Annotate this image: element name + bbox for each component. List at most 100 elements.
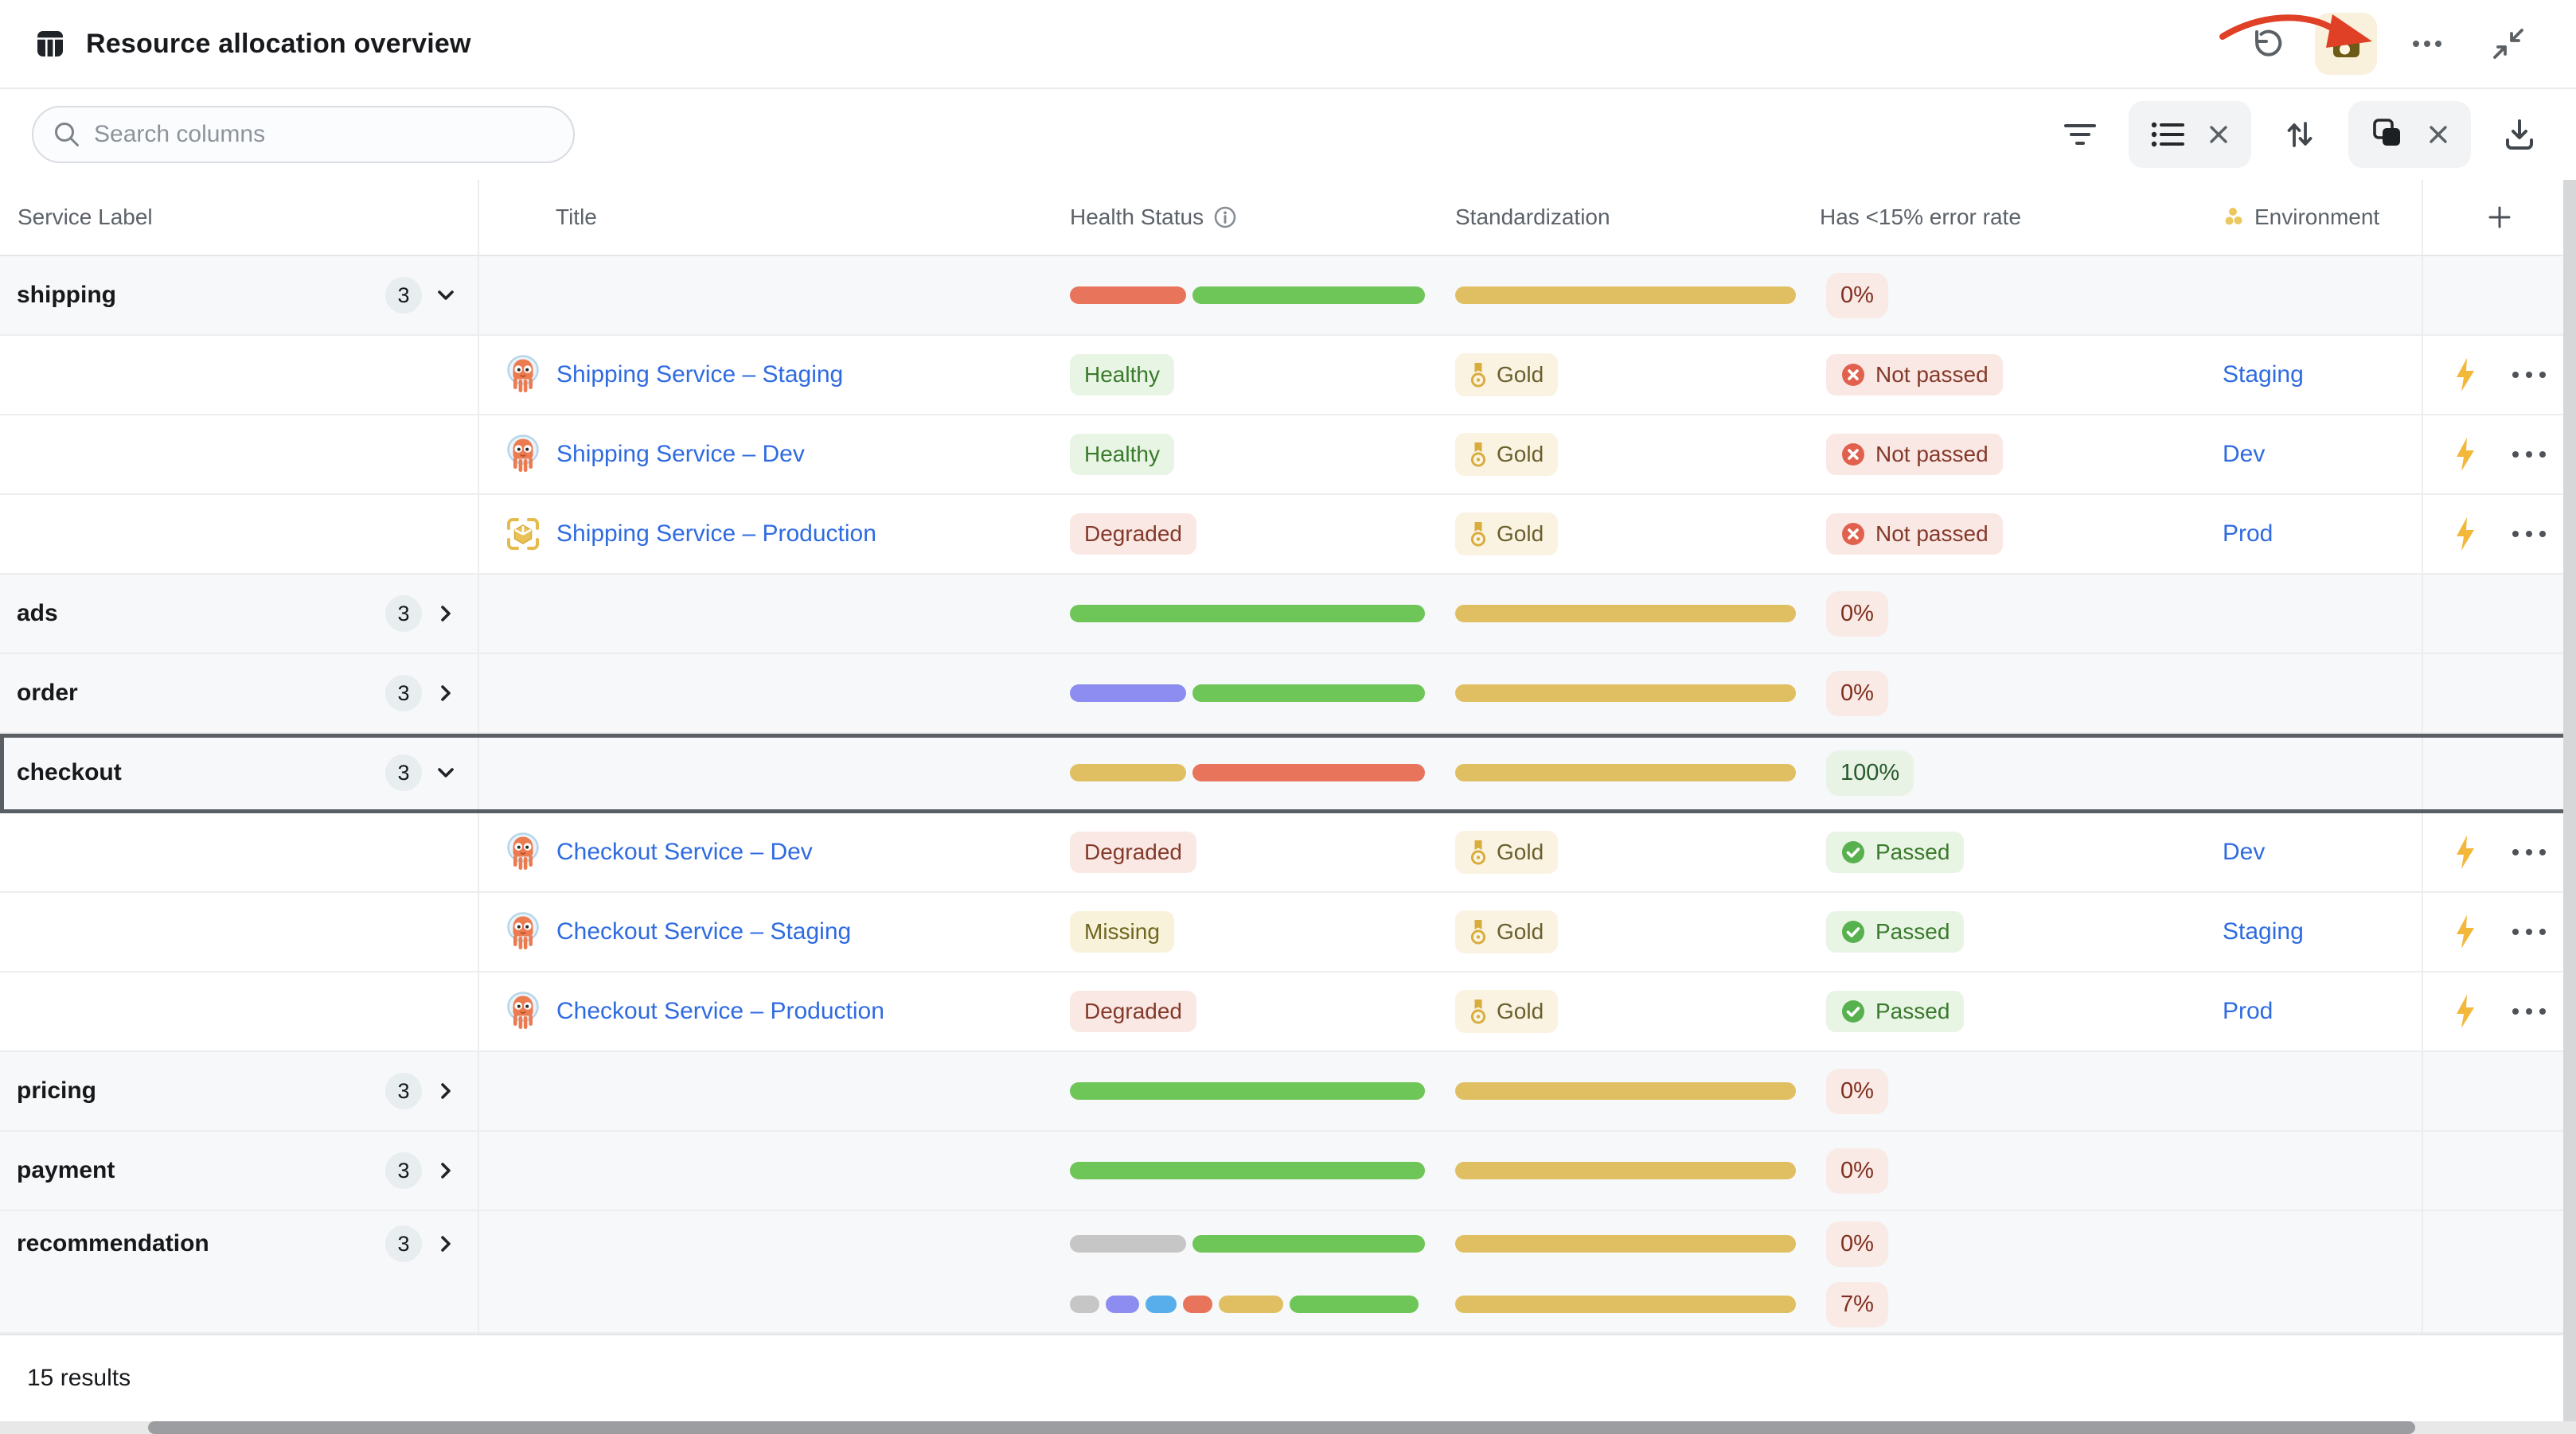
collapse-button[interactable]	[2477, 13, 2539, 75]
list-view-icon[interactable]	[2149, 118, 2186, 151]
group-label: ads	[17, 600, 58, 627]
error-rate-cell: 100%	[1815, 734, 2213, 812]
row-menu-icon[interactable]	[2511, 1007, 2547, 1016]
environment-link[interactable]: Dev	[2223, 839, 2265, 866]
column-header-standardization: Standardization	[1449, 180, 1815, 255]
environment-link[interactable]: Staging	[2223, 918, 2304, 945]
chevron-right-icon[interactable]	[433, 1158, 459, 1183]
row-menu-icon[interactable]	[2511, 848, 2547, 857]
title-link[interactable]: Shipping Service – Dev	[556, 441, 805, 468]
toolbar-actions	[2055, 101, 2544, 168]
octopus-icon	[505, 434, 541, 474]
child-row[interactable]: Checkout Service – StagingMissingGoldPas…	[0, 893, 2576, 972]
more-actions-button[interactable]	[2396, 13, 2458, 75]
environment-link[interactable]: Prod	[2223, 520, 2273, 547]
row-menu-icon[interactable]	[2511, 370, 2547, 380]
error-rate-badge: Passed	[1826, 832, 1964, 873]
filter-icon[interactable]	[2055, 110, 2105, 159]
clear-view-icon[interactable]	[2207, 123, 2231, 146]
undo-button[interactable]	[2234, 13, 2296, 75]
service-label-cell: payment3	[0, 1132, 479, 1210]
group-row[interactable]: ads30%	[0, 575, 2576, 654]
chevron-down-icon[interactable]	[433, 760, 459, 785]
title-cell	[479, 734, 1051, 812]
chevron-right-icon[interactable]	[433, 1078, 459, 1104]
sort-icon[interactable]	[2275, 110, 2324, 159]
summary-row: 7%	[0, 1276, 2576, 1334]
title-link[interactable]: Checkout Service – Staging	[556, 918, 851, 945]
vertical-scrollbar[interactable]	[2563, 180, 2576, 1421]
title-link[interactable]: Shipping Service – Staging	[556, 361, 843, 388]
title-link[interactable]: Checkout Service – Dev	[556, 839, 813, 866]
standardization-badge-label: Gold	[1497, 521, 1544, 547]
health-status-badge-label: Degraded	[1084, 521, 1182, 547]
group-count-badge: 3	[385, 595, 422, 632]
group-label: shipping	[17, 282, 116, 309]
environment-link[interactable]: Dev	[2223, 441, 2265, 468]
search-box[interactable]	[32, 106, 575, 163]
row-menu-icon[interactable]	[2511, 450, 2547, 459]
group-row[interactable]: checkout3 100%	[0, 734, 2576, 813]
health-status-badge: Healthy	[1070, 434, 1174, 475]
group-row[interactable]: pricing30%	[0, 1052, 2576, 1132]
actions-cell	[2422, 256, 2576, 334]
child-row[interactable]: Shipping Service – Production Degraded Gol…	[0, 495, 2576, 575]
lightning-icon[interactable]	[2452, 435, 2479, 473]
add-column-button[interactable]	[2422, 180, 2576, 255]
clear-group-icon[interactable]	[2426, 123, 2450, 146]
view-mode-chip[interactable]	[2129, 101, 2251, 168]
title-link[interactable]: Shipping Service – Production	[556, 520, 876, 547]
table-icon	[35, 29, 65, 59]
environment-link[interactable]: Prod	[2223, 998, 2273, 1025]
bar-segment	[1070, 764, 1186, 781]
group-row[interactable]: recommendation30%	[0, 1211, 2576, 1276]
child-row[interactable]: Checkout Service – ProductionDegradedGol…	[0, 972, 2576, 1052]
column-header-environment: Environment	[2213, 180, 2422, 255]
column-header-title: Title	[479, 180, 1051, 255]
child-row[interactable]: Shipping Service – StagingHealthyGoldNot…	[0, 336, 2576, 415]
chevron-right-icon[interactable]	[433, 680, 459, 706]
child-row[interactable]: Checkout Service – DevDegradedGoldPassed…	[0, 813, 2576, 893]
chevron-down-icon[interactable]	[433, 283, 459, 308]
lightning-icon[interactable]	[2452, 913, 2479, 951]
bar-segment	[1070, 684, 1186, 702]
health-status-cell	[1051, 1211, 1449, 1276]
group-label: recommendation	[17, 1230, 209, 1257]
chevron-right-icon[interactable]	[433, 601, 459, 626]
health-status-bar	[1070, 1296, 1419, 1313]
lightning-icon[interactable]	[2452, 992, 2479, 1031]
error-rate-cell: Not passed	[1815, 336, 2213, 414]
lightning-icon[interactable]	[2452, 356, 2479, 394]
group-by-chip[interactable]	[2348, 101, 2471, 168]
group-row[interactable]: shipping30%	[0, 256, 2576, 336]
row-menu-icon[interactable]	[2511, 927, 2547, 937]
chevron-right-icon[interactable]	[433, 1231, 459, 1257]
health-status-bar	[1070, 764, 1425, 781]
service-label-cell: checkout3	[0, 734, 479, 812]
error-rate-cell: Not passed	[1815, 415, 2213, 493]
actions-cell	[2422, 1132, 2576, 1210]
search-input[interactable]	[94, 121, 554, 148]
standardization-cell: Gold	[1449, 415, 1815, 493]
environment-link[interactable]: Staging	[2223, 361, 2304, 388]
health-status-cell: Degraded	[1051, 495, 1449, 573]
group-row[interactable]: order30%	[0, 654, 2576, 734]
bar-segment	[1455, 1296, 1796, 1313]
row-menu-icon[interactable]	[2511, 529, 2547, 539]
lightning-icon[interactable]	[2452, 833, 2479, 871]
info-icon[interactable]	[1213, 205, 1237, 229]
bar-segment	[1290, 1296, 1419, 1313]
lightning-icon[interactable]	[2452, 515, 2479, 553]
save-button[interactable]	[2315, 13, 2377, 75]
child-row[interactable]: Shipping Service – Dev Healthy GoldNot pas…	[0, 415, 2576, 495]
download-icon[interactable]	[2495, 110, 2544, 159]
title-link[interactable]: Checkout Service – Production	[556, 998, 884, 1025]
group-label: order	[17, 680, 78, 707]
error-rate-value: 0%	[1826, 273, 1888, 318]
error-rate-value: 0%	[1826, 671, 1888, 716]
group-row[interactable]: payment30%	[0, 1132, 2576, 1211]
duplicate-icon[interactable]	[2369, 117, 2406, 152]
error-rate-value: 0%	[1826, 1222, 1888, 1267]
environment-cell	[2213, 1052, 2422, 1130]
horizontal-scrollbar-thumb[interactable]	[148, 1421, 2415, 1434]
